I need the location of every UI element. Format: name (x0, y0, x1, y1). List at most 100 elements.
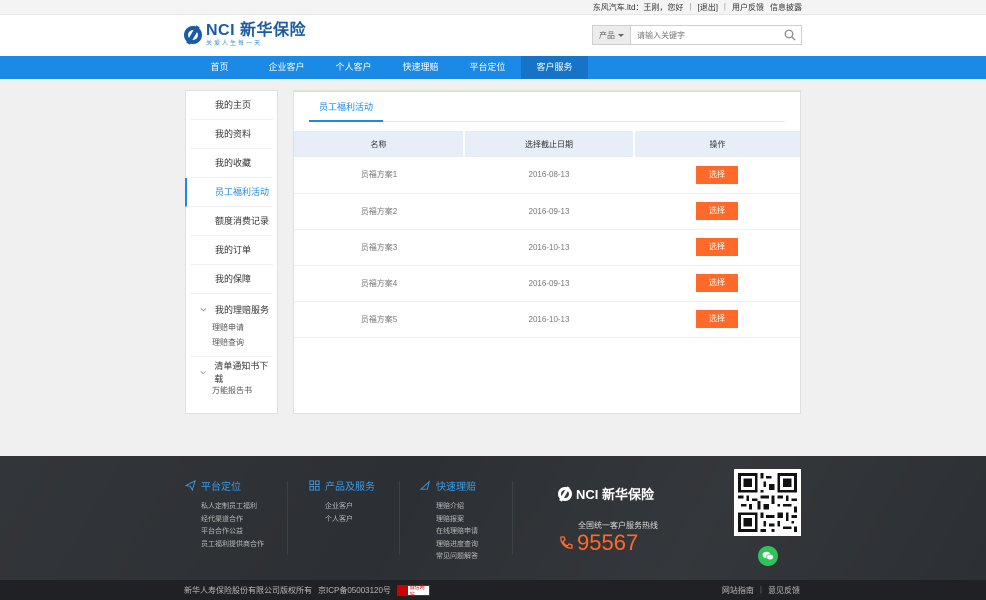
badge-icon (397, 586, 408, 595)
nav-item-enterprise[interactable]: 企业客户 (253, 56, 320, 79)
sidebar-group-downloads-header[interactable]: 清单通知书下载 (190, 361, 273, 384)
copyright-bar: 新华人寿保险股份有限公司版权所有 京ICP备05003120号 诚信网站 网站指… (0, 580, 986, 600)
action-cell: 选择 (634, 301, 800, 338)
sidebar-subitem-claim-apply[interactable]: 理赔申请 (190, 320, 273, 335)
sidebar-item-employee-benefits[interactable]: 员工福利活动 (185, 178, 273, 207)
feedback-link[interactable]: 用户反馈 (732, 2, 764, 13)
copyright-text: 新华人寿保险股份有限公司版权所有 (184, 586, 312, 595)
icp-number[interactable]: 京ICP备05003120号 (318, 585, 391, 596)
search-input[interactable] (631, 26, 779, 44)
top-utility-bar: 东风汽车.ltd：王刚，您好 | [退出] | 用户反馈 信息披露 (0, 0, 986, 15)
nav-item-customer-service[interactable]: 客户服务 (521, 56, 588, 79)
trusted-site-badge[interactable]: 诚信网站 (396, 585, 430, 598)
sidebar-item-spending-records[interactable]: 额度消费记录 (190, 207, 273, 236)
sidebar-item-favorites[interactable]: 我的收藏 (190, 149, 273, 178)
disclosure-link[interactable]: 信息披露 (770, 2, 802, 13)
action-cell: 选择 (634, 193, 800, 230)
nav-item-home[interactable]: 首页 (186, 56, 253, 79)
footer-link[interactable]: 个人客户 (309, 514, 375, 527)
footer-link[interactable]: 理赔介绍 (420, 501, 478, 514)
choose-button[interactable]: 选择 (696, 238, 738, 256)
nav-item-platform[interactable]: 平台定位 (454, 56, 521, 79)
paper-plane-icon (185, 480, 196, 491)
table-row: 员福方案5 2016-10-13 选择 (294, 301, 800, 338)
panel-tabs: 员工福利活动 (309, 92, 785, 122)
phone-icon (560, 536, 573, 549)
footer-link[interactable]: 员工福利提供商合作 (185, 539, 264, 552)
footer-column-title: 产品及服务 (325, 482, 375, 493)
sidebar-group-downloads: 清单通知书下载 万能报告书 (190, 357, 273, 404)
footer-divider (399, 481, 400, 555)
footer-link[interactable]: 理赔报案 (420, 514, 478, 527)
column-header-action: 操作 (634, 131, 800, 157)
search-button[interactable] (779, 26, 801, 44)
logo-slogan: 关爱人生每一天 (206, 41, 263, 47)
footer-divider (512, 481, 513, 555)
plan-name: 员福方案2 (294, 193, 464, 230)
footer-column-title: 平台定位 (201, 482, 241, 493)
plan-deadline: 2016-10-13 (464, 229, 634, 266)
search-box: 产品 (592, 25, 802, 45)
choose-button[interactable]: 选择 (696, 310, 738, 328)
main-nav: 首页 企业客户 个人客户 快速理赔 平台定位 客户服务 (0, 56, 986, 79)
footer-divider (287, 481, 288, 555)
wechat-icon (762, 551, 774, 561)
column-header-name: 名称 (294, 131, 465, 157)
sidebar-group-claims: 我的理赔服务 理赔申请 理赔查询 (190, 294, 273, 357)
table-row: 员福方案1 2016-08-13 选择 (294, 157, 800, 194)
footer-link[interactable]: 在线理赔申请 (420, 526, 478, 539)
footer-link[interactable]: 常见问题解答 (420, 551, 478, 564)
search-category-label: 产品 (599, 30, 615, 40)
choose-button[interactable]: 选择 (696, 202, 738, 220)
footer-column-claims: 快速理赔 理赔介绍 理赔报案 在线理赔申请 理赔进度查询 常见问题解答 (420, 478, 478, 564)
sidebar-item-orders[interactable]: 我的订单 (190, 236, 273, 265)
sidebar-subitem-universal-report[interactable]: 万能报告书 (190, 383, 273, 398)
search-category-select[interactable]: 产品 (593, 26, 631, 44)
chevron-down-icon (200, 370, 206, 374)
plan-name: 员福方案5 (294, 301, 464, 338)
nav-item-personal[interactable]: 个人客户 (320, 56, 387, 79)
qr-code (734, 469, 801, 536)
footer-link[interactable]: 经代渠道合作 (185, 514, 264, 527)
feedback-footer-link[interactable]: 意见反馈 (768, 585, 800, 596)
benefits-panel: 员工福利活动 名称 选择截止日期 操作 员福方案1 2016-08-13 选择 … (293, 90, 801, 414)
plan-name: 员福方案4 (294, 265, 464, 302)
grid-icon (309, 480, 320, 491)
choose-button[interactable]: 选择 (696, 274, 738, 292)
site-guide-link[interactable]: 网站指南 (722, 585, 754, 596)
sidebar-item-homepage[interactable]: 我的主页 (190, 91, 273, 120)
user-greeting: 东风汽车.ltd：王刚，您好 (592, 3, 684, 12)
footer-link[interactable]: 理赔进度查询 (420, 539, 478, 552)
divider: | (723, 2, 726, 11)
sidebar-group-label: 清单通知书下载 (214, 361, 269, 384)
choose-button[interactable]: 选择 (696, 165, 738, 184)
sidebar-item-profile[interactable]: 我的资料 (190, 120, 273, 149)
footer-logo: NCI 新华保险 (558, 484, 654, 503)
footer-link[interactable]: 平台合作公益 (185, 526, 264, 539)
action-cell: 选择 (634, 265, 800, 302)
site-footer: 平台定位 私人定制员工福利 经代渠道合作 平台合作公益 员工福利提供商合作 产品… (0, 456, 986, 580)
table-row: 员福方案4 2016-09-13 选择 (294, 265, 800, 302)
plan-name: 员福方案1 (294, 157, 464, 194)
footer-link[interactable]: 私人定制员工福利 (185, 501, 264, 514)
benefits-table: 名称 选择截止日期 操作 员福方案1 2016-08-13 选择 员福方案2 2… (294, 131, 800, 338)
site-logo[interactable]: NCI 新华保险 关爱人生每一天 (184, 23, 306, 47)
hotline: 95567 (558, 530, 638, 556)
tab-employee-benefits[interactable]: 员工福利活动 (309, 92, 384, 122)
table-row: 员福方案2 2016-09-13 选择 (294, 193, 800, 230)
sidebar-group-claims-header[interactable]: 我的理赔服务 (190, 302, 273, 316)
logo-text: NCI 新华保险 (206, 22, 307, 39)
sidebar-subitem-claim-query[interactable]: 理赔查询 (190, 335, 273, 350)
nci-logo-icon (558, 486, 572, 501)
sidebar-item-coverage[interactable]: 我的保障 (190, 265, 273, 294)
send-icon (420, 480, 430, 490)
chevron-down-icon (200, 307, 207, 311)
table-row: 员福方案3 2016-10-13 选择 (294, 229, 800, 266)
wechat-button[interactable] (758, 546, 778, 566)
footer-column-platform: 平台定位 私人定制员工福利 经代渠道合作 平台合作公益 员工福利提供商合作 (185, 478, 264, 551)
footer-link[interactable]: 企业客户 (309, 501, 375, 514)
nav-item-quick-claims[interactable]: 快速理赔 (387, 56, 454, 79)
qr-code-image (738, 473, 797, 532)
logout-link[interactable]: [退出] (697, 2, 717, 13)
divider: | (759, 585, 762, 594)
